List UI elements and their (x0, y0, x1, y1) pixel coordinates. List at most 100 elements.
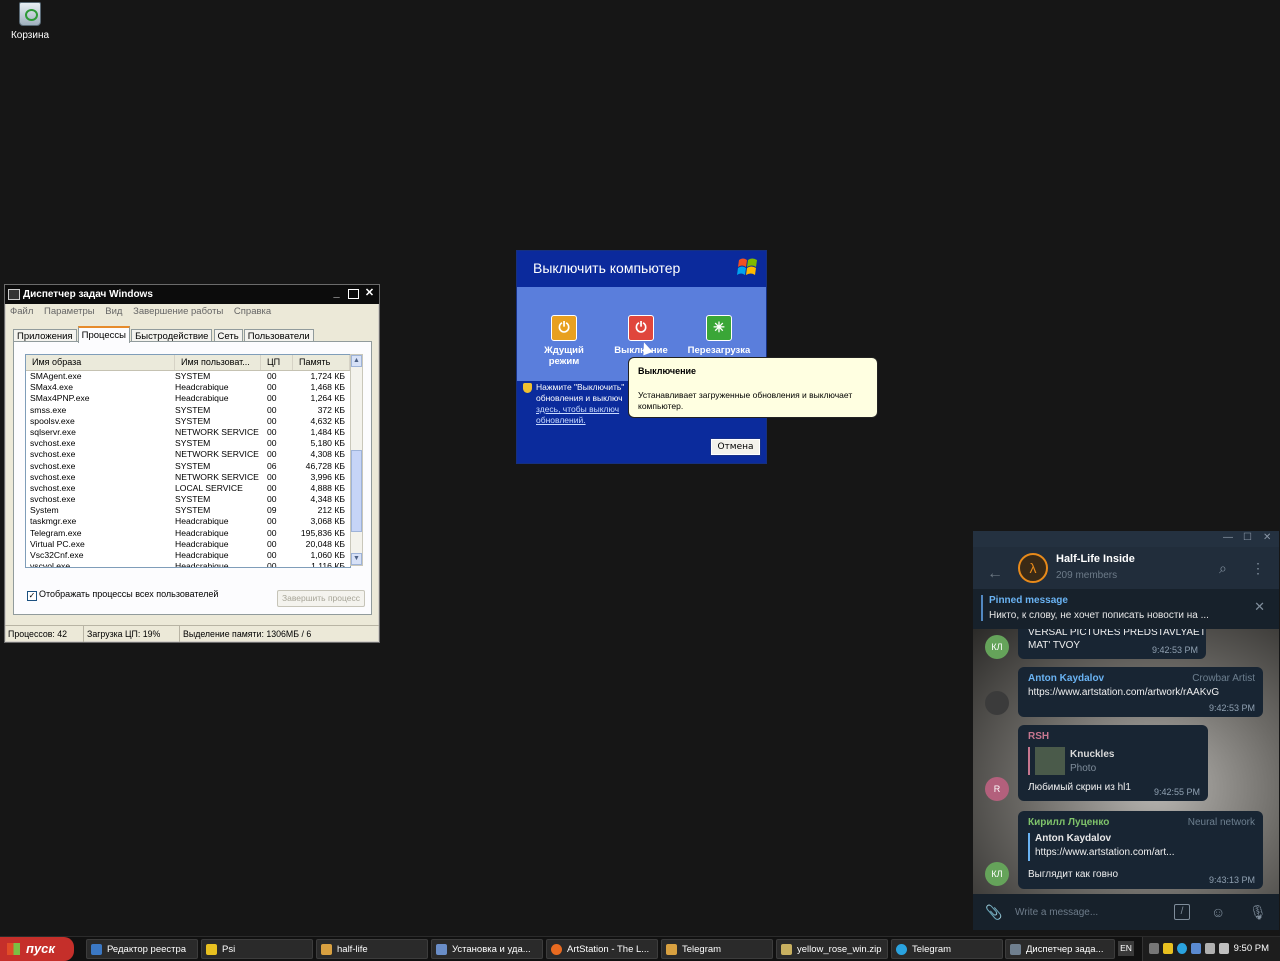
process-list[interactable]: Имя образа Имя пользоват... ЦП Память SM… (25, 354, 351, 568)
taskbar-button-task-manager[interactable]: Диспетчер зада... (1005, 939, 1115, 959)
process-row[interactable]: Telegram.exe Headcrabique 00 195,836 КБ (26, 528, 350, 539)
close-button[interactable]: ✕ (363, 288, 376, 300)
message-author[interactable]: RSH (1028, 731, 1049, 742)
title-bar[interactable]: Диспетчер задач Windows _ ✕ (5, 285, 379, 304)
process-row[interactable]: System SYSTEM 09 212 КБ (26, 505, 350, 516)
chat-avatar[interactable]: λ (1018, 553, 1048, 583)
taskbar-button-regedit[interactable]: Редактор реестра (86, 939, 198, 959)
message-bubble[interactable]: RSH Knuckles Photo Любимый скрин из hl1 … (1018, 725, 1208, 801)
microphone-icon[interactable]: 🎙 (1249, 904, 1267, 921)
display-icon[interactable] (1219, 943, 1229, 954)
power-icon[interactable]: ⏻ (628, 315, 654, 341)
column-user-name[interactable]: Имя пользоват... (175, 355, 261, 370)
process-row[interactable]: vscvol.exe Headcrabique 00 1,116 КБ (26, 561, 350, 567)
message-author[interactable]: Anton Kaydalov (1028, 673, 1104, 684)
column-cpu[interactable]: ЦП (261, 355, 293, 370)
process-row[interactable]: svchost.exe SYSTEM 00 5,180 КБ (26, 438, 350, 449)
process-row[interactable]: SMAgent.exe SYSTEM 00 1,724 КБ (26, 371, 350, 382)
process-row[interactable]: smss.exe SYSTEM 00 372 КБ (26, 405, 350, 416)
avatar[interactable]: R (985, 777, 1009, 801)
message-input[interactable]: Write a message... (1015, 907, 1098, 918)
member-count: 209 members (1056, 570, 1118, 581)
language-indicator[interactable]: EN (1118, 941, 1134, 956)
process-row[interactable]: svchost.exe LOCAL SERVICE 00 4,888 КБ (26, 483, 350, 494)
process-row[interactable]: SMax4.exe Headcrabique 00 1,468 КБ (26, 382, 350, 393)
network-icon[interactable] (1191, 943, 1201, 954)
process-row[interactable]: svchost.exe NETWORK SERVICE 00 4,308 КБ (26, 449, 350, 460)
taskbar-button-artstation[interactable]: ArtStation - The L... (546, 939, 658, 959)
standby-option[interactable]: ⏻ Ждущий режим (529, 315, 599, 367)
close-icon[interactable]: ✕ (1263, 532, 1271, 543)
process-cpu: 00 (267, 527, 277, 538)
process-row[interactable]: spoolsv.exe SYSTEM 00 4,632 КБ (26, 416, 350, 427)
back-arrow-icon[interactable]: ← (987, 565, 1003, 583)
process-row[interactable]: SMax4PNP.exe Headcrabique 00 1,264 КБ (26, 393, 350, 404)
tray-arrow-icon[interactable] (1149, 943, 1159, 954)
menu-options[interactable]: Параметры (44, 306, 95, 317)
taskbar-button-half-life[interactable]: half-life (316, 939, 428, 959)
process-row[interactable]: svchost.exe SYSTEM 06 46,728 КБ (26, 461, 350, 472)
recycle-bin-icon[interactable]: Корзина (8, 0, 52, 41)
process-row[interactable]: taskmgr.exe Headcrabique 00 3,068 КБ (26, 516, 350, 527)
emoji-icon[interactable]: ☺ (1211, 904, 1225, 920)
end-process-button[interactable]: Завершить процесс (277, 590, 365, 607)
pinned-message[interactable]: Pinned message Никто, к слову, не хочет … (973, 589, 1279, 629)
message-link[interactable]: https://www.artstation.com/artwork/rAAKv… (1028, 687, 1219, 698)
volume-icon[interactable] (1205, 943, 1215, 954)
process-row[interactable]: sqlservr.exe NETWORK SERVICE 00 1,484 КБ (26, 427, 350, 438)
telegram-tray-icon[interactable] (1177, 943, 1187, 954)
checkbox-icon[interactable]: ✓ (27, 591, 37, 601)
maximize-button[interactable] (348, 289, 359, 299)
note-link[interactable]: здесь, чтобы выключ (536, 404, 619, 414)
process-row[interactable]: svchost.exe NETWORK SERVICE 00 3,996 КБ (26, 472, 350, 483)
avatar[interactable]: КЛ (985, 635, 1009, 659)
clock[interactable]: 9:50 PM (1234, 937, 1269, 961)
scroll-down-icon[interactable]: ▼ (351, 553, 362, 565)
menu-view[interactable]: Вид (105, 306, 122, 317)
note-link[interactable]: обновлений. (536, 415, 586, 425)
cancel-button[interactable]: Отмена (710, 438, 761, 456)
taskbar-button-telegram-folder[interactable]: Telegram (661, 939, 773, 959)
reply-name: Knuckles (1070, 749, 1115, 760)
process-row[interactable]: Virtual PC.exe Headcrabique 00 20,048 КБ (26, 539, 350, 550)
menu-file[interactable]: Файл (10, 306, 33, 317)
message-author[interactable]: Кирилл Луценко (1028, 817, 1109, 828)
attach-icon[interactable]: 📎 (985, 904, 1002, 921)
more-menu-icon[interactable]: ⋮ (1251, 560, 1265, 577)
restart-icon[interactable]: ✳ (706, 315, 732, 341)
message-bubble[interactable]: VERSAL PICTURES PREDSTAVLYAET MAT' TVOY … (1018, 629, 1206, 659)
telegram-title-bar[interactable]: — ☐ ✕ (973, 531, 1279, 547)
taskbar-button-telegram[interactable]: Telegram (891, 939, 1003, 959)
minimize-button[interactable]: _ (330, 288, 343, 300)
start-button[interactable]: пуск (0, 937, 74, 961)
tab-processes[interactable]: Процессы (77, 326, 130, 343)
message-bubble[interactable]: Кирилл Луценко Neural network Anton Kayd… (1018, 811, 1263, 889)
shield-icon[interactable] (1163, 943, 1173, 954)
show-all-processes-checkbox[interactable]: ✓ Отображать процессы всех пользователей (27, 589, 218, 601)
scroll-thumb[interactable] (351, 450, 362, 532)
process-list-scrollbar[interactable]: ▲ ▼ (350, 354, 363, 566)
avatar[interactable] (985, 691, 1009, 715)
column-memory[interactable]: Память (293, 355, 350, 370)
close-pinned-icon[interactable]: ✕ (1254, 599, 1265, 615)
avatar[interactable]: КЛ (985, 862, 1009, 886)
taskbar-button-add-remove[interactable]: Установка и уда... (431, 939, 543, 959)
taskbar-button-psi[interactable]: Psi (201, 939, 313, 959)
restart-option[interactable]: ✳ Перезагрузка (684, 315, 754, 356)
search-icon[interactable]: ⌕ (1219, 560, 1227, 577)
maximize-icon[interactable]: ☐ (1243, 532, 1252, 543)
column-image-name[interactable]: Имя образа (26, 355, 175, 370)
scroll-up-icon[interactable]: ▲ (351, 355, 362, 367)
process-row[interactable]: svchost.exe SYSTEM 00 4,348 КБ (26, 494, 350, 505)
taskbar-button-zip[interactable]: yellow_rose_win.zip (776, 939, 888, 959)
menu-shutdown[interactable]: Завершение работы (133, 306, 223, 317)
process-row[interactable]: Vsc32Cnf.exe Headcrabique 00 1,060 КБ (26, 550, 350, 561)
standby-icon[interactable]: ⏻ (551, 315, 577, 341)
menu-help[interactable]: Справка (234, 306, 271, 317)
commands-icon[interactable]: / (1174, 904, 1190, 920)
minimize-icon[interactable]: — (1223, 532, 1233, 543)
chat-name[interactable]: Half-Life Inside (1056, 553, 1135, 565)
message-bubble[interactable]: Anton Kaydalov Crowbar Artist https://ww… (1018, 667, 1263, 717)
chat-area[interactable]: КЛ VERSAL PICTURES PREDSTAVLYAET MAT' TV… (973, 629, 1279, 894)
photo-thumbnail[interactable] (1035, 747, 1065, 775)
